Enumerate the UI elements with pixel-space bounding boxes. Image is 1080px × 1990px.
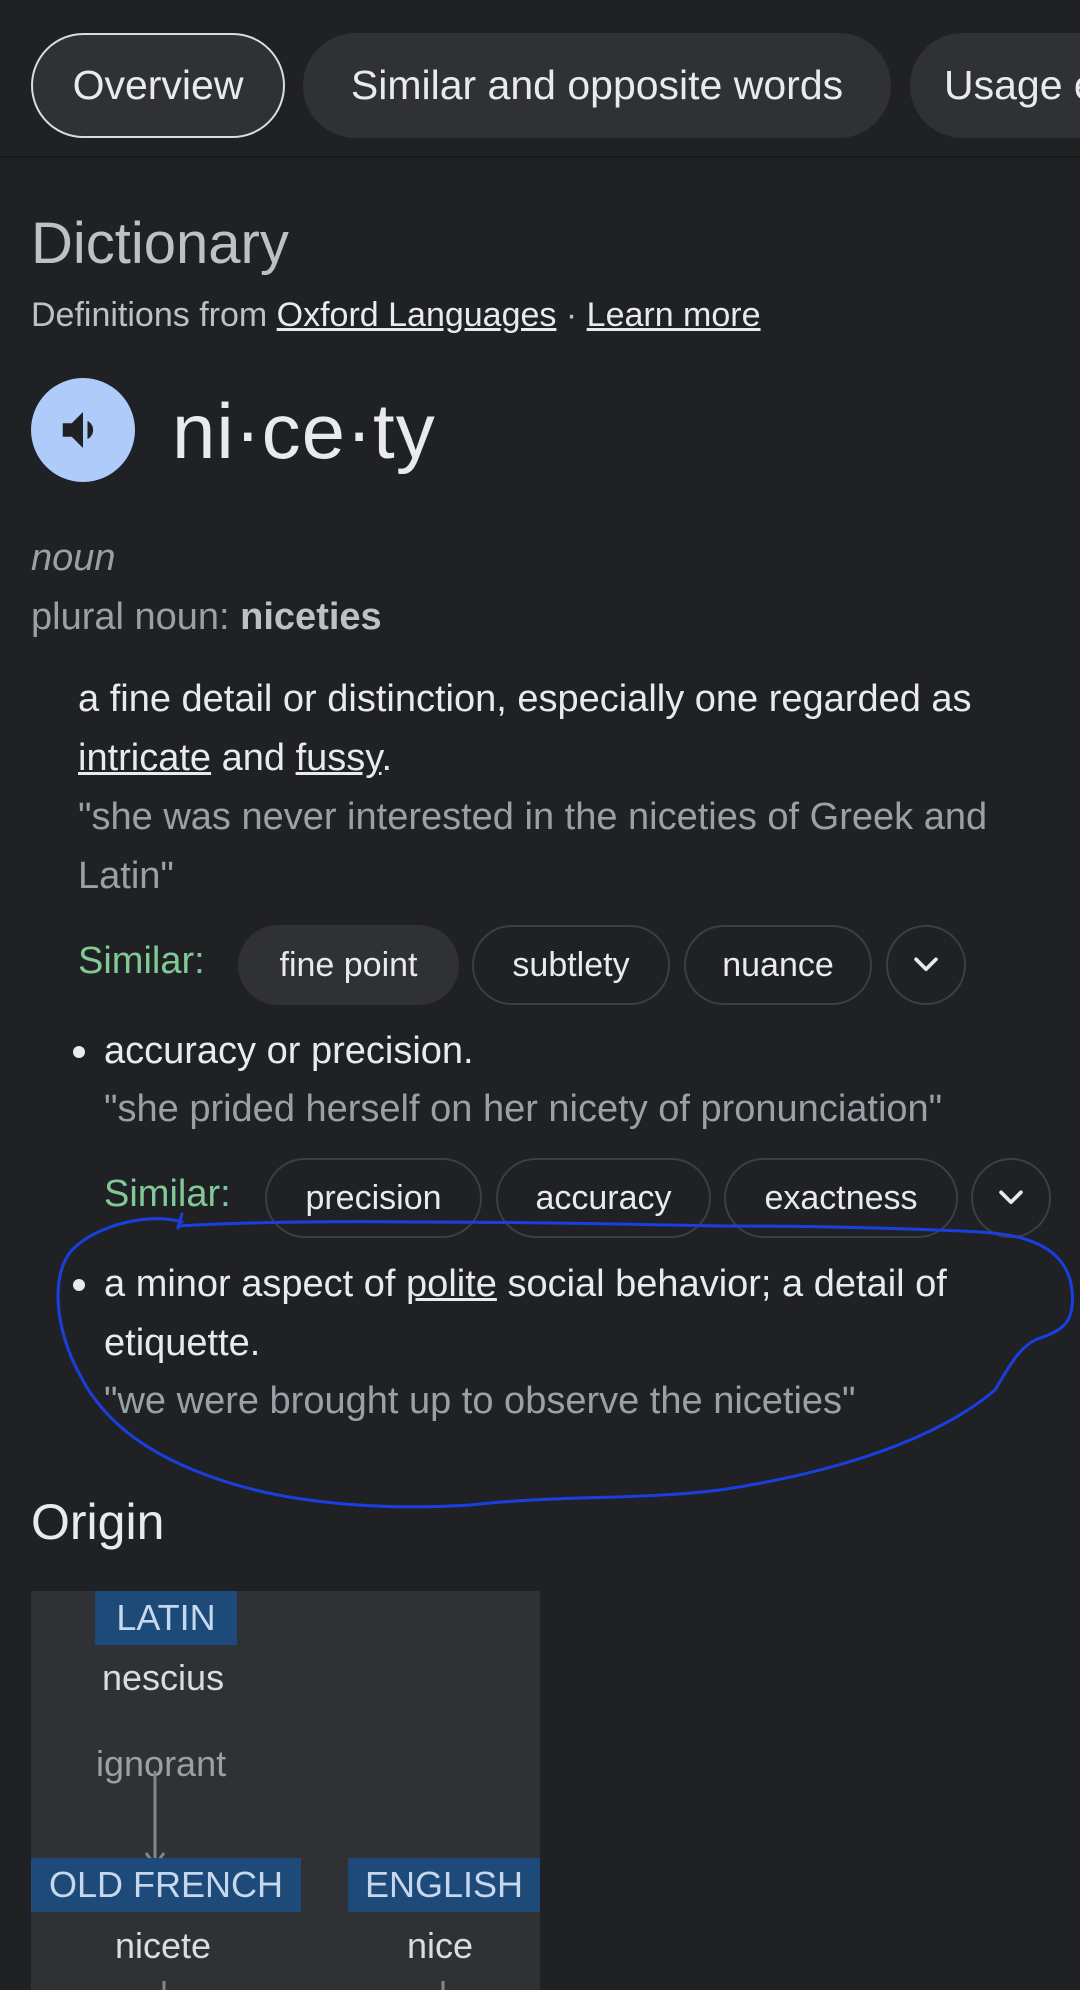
etymology-diagram: LATIN nescius ignorant OLD FRENCH ENGLIS…	[31, 1591, 540, 1990]
lang-tag-old-french: OLD FRENCH	[31, 1858, 301, 1912]
definition-3-text-b: social behavior; a detail of	[507, 1263, 947, 1305]
bullet-3	[73, 1279, 85, 1291]
etym-word-nice: nice	[407, 1925, 474, 1966]
plural-form: plural noun: niceties	[31, 596, 382, 639]
dictionary-title: Dictionary	[31, 211, 289, 276]
bullet-2	[73, 1046, 85, 1058]
definition-1: a fine detail or distinction, especially…	[78, 670, 1068, 788]
definition-1-text-c: .	[381, 737, 393, 779]
speaker-icon	[62, 412, 94, 448]
dictionary-source: Definitions from Oxford Languages · Lear…	[31, 296, 761, 335]
definition-2: accuracy or precision.	[104, 1030, 474, 1072]
similar-chip-precision[interactable]: precision	[265, 1158, 482, 1238]
definition-2-example: "she prided herself on her nicety of pro…	[104, 1088, 943, 1130]
chevron-down-icon	[914, 957, 938, 972]
intricate-link[interactable]: intricate	[78, 737, 211, 779]
definition-3-text-line2: etiquette.	[104, 1322, 261, 1364]
etym-word-nicete: nicete	[115, 1925, 212, 1966]
origin-title: Origin	[31, 1494, 165, 1550]
tab-similar-and-opposite-words[interactable]: Similar and opposite words	[303, 33, 891, 138]
definition-1-example-line1: "she was never interested in the nicetie…	[78, 796, 988, 838]
similar-label-1: Similar:	[78, 940, 205, 982]
similar-chip-fine-point[interactable]: fine point	[238, 925, 459, 1005]
similar-label-2: Similar:	[104, 1173, 231, 1215]
etym-word-nescius: nescius	[102, 1657, 225, 1698]
oxford-languages-link[interactable]: Oxford Languages	[277, 296, 557, 334]
plural-label: plural noun:	[31, 596, 230, 638]
definition-3-text-a: a minor aspect of	[104, 1263, 396, 1305]
etymology-arrow	[144, 1771, 166, 1868]
chevron-down-icon	[999, 1190, 1023, 1205]
definition-3-example: "we were brought up to observe the nicet…	[104, 1380, 856, 1422]
tab-bar: Overview Similar and opposite words Usag…	[0, 0, 1080, 158]
definition-1-text-b: and	[221, 737, 286, 779]
similar-expand-button-1[interactable]	[886, 925, 966, 1005]
definition-3: a minor aspect of polite social behavior…	[104, 1255, 1070, 1373]
lang-tag-latin: LATIN	[95, 1591, 237, 1645]
similar-chip-subtlety[interactable]: subtlety	[472, 925, 670, 1005]
part-of-speech: noun	[31, 537, 116, 579]
etymology-arrow-lower	[162, 1981, 445, 1990]
lang-tag-english: ENGLISH	[348, 1858, 540, 1912]
similar-expand-button-2[interactable]	[971, 1158, 1051, 1238]
definition-1-example-line2: Latin"	[78, 855, 174, 897]
similar-chip-accuracy[interactable]: accuracy	[496, 1158, 711, 1238]
plural-word: niceties	[240, 596, 382, 638]
similar-chip-nuance[interactable]: nuance	[684, 925, 872, 1005]
definition-1-example: "she was never interested in the nicetie…	[78, 788, 1068, 906]
headword: ni·ce·ty	[172, 387, 436, 475]
polite-link[interactable]: polite	[406, 1263, 497, 1305]
source-prefix: Definitions from	[31, 296, 268, 334]
fussy-link[interactable]: fussy	[296, 737, 382, 779]
similar-chip-exactness[interactable]: exactness	[724, 1158, 958, 1238]
tab-usage-examples[interactable]: Usage examples	[910, 33, 1080, 138]
definition-1-text-a: a fine detail or distinction, especially…	[78, 678, 972, 720]
learn-more-link[interactable]: Learn more	[587, 296, 761, 334]
pronunciation-button[interactable]	[31, 378, 135, 482]
source-separator: ·	[565, 296, 578, 334]
tab-overview[interactable]: Overview	[31, 33, 285, 138]
